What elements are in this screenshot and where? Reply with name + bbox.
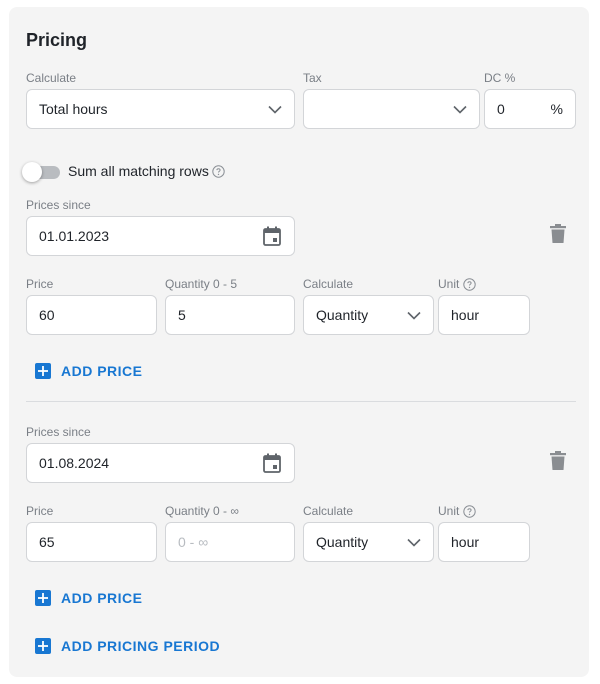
plus-square-icon (35, 363, 51, 379)
plus-square-icon (35, 638, 51, 654)
unit-input[interactable]: hour (438, 295, 530, 335)
calc-select-value: Quantity (316, 307, 369, 323)
prices-since-label: Prices since (26, 425, 91, 439)
unit-input-value: hour (451, 307, 480, 323)
add-pricing-period-label: ADD PRICING PERIOD (61, 638, 221, 654)
calc-select-value: Quantity (316, 534, 369, 550)
delete-period-button[interactable] (549, 224, 567, 248)
calculate-select-value: Total hours (39, 101, 108, 117)
price-label: Price (26, 504, 54, 518)
price-input[interactable]: 65 (26, 522, 157, 562)
prices-since-date-value: 01.08.2024 (39, 455, 110, 471)
prices-since-date-input[interactable]: 01.01.2023 (26, 216, 295, 256)
add-price-button[interactable]: ADD PRICE (35, 590, 143, 606)
add-price-label: ADD PRICE (61, 590, 143, 606)
dc-input[interactable]: 0 % (484, 89, 576, 129)
trash-icon (550, 451, 566, 475)
add-price-label: ADD PRICE (61, 363, 143, 379)
quantity-label: Quantity 0 - 5 (165, 277, 238, 291)
chevron-down-icon (268, 104, 282, 114)
help-circle-icon[interactable] (463, 504, 477, 518)
add-pricing-period-button[interactable]: ADD PRICING PERIOD (35, 638, 220, 654)
quantity-input[interactable]: 0 - ∞ (165, 522, 295, 562)
period-divider (26, 401, 576, 402)
chevron-down-icon (407, 537, 421, 547)
unit-input[interactable]: hour (438, 522, 530, 562)
calendar-icon[interactable] (262, 226, 282, 246)
sum-rows-toggle[interactable] (22, 162, 62, 182)
pricing-panel: Pricing Calculate Total hours Tax DC % 0… (9, 7, 589, 677)
plus-square-icon (35, 590, 51, 606)
quantity-input[interactable]: 5 (165, 295, 295, 335)
unit-label: Unit (438, 277, 460, 291)
calculate-select[interactable]: Total hours (26, 89, 295, 129)
quantity-input-value: 5 (178, 307, 186, 323)
price-label: Price (26, 277, 54, 291)
dc-label: DC % (484, 71, 516, 85)
chevron-down-icon (407, 310, 421, 320)
help-circle-icon[interactable] (212, 164, 225, 178)
calc-select[interactable]: Quantity (303, 522, 434, 562)
quantity-label: Quantity 0 - ∞ (165, 504, 239, 518)
unit-label-wrap: Unit (438, 504, 477, 518)
price-input-value: 60 (39, 307, 55, 323)
add-price-button[interactable]: ADD PRICE (35, 363, 143, 379)
prices-since-date-value: 01.01.2023 (39, 228, 110, 244)
delete-period-button[interactable] (549, 451, 567, 475)
tax-select[interactable] (303, 89, 480, 129)
calculate-label: Calculate (26, 71, 77, 85)
unit-label-wrap: Unit (438, 277, 477, 291)
calc-label: Calculate (303, 277, 354, 291)
price-input-value: 65 (39, 534, 55, 550)
unit-input-value: hour (451, 534, 480, 550)
sum-rows-label-wrap: Sum all matching rows (68, 163, 225, 179)
quantity-input-placeholder: 0 - ∞ (178, 534, 209, 550)
prices-since-date-input[interactable]: 01.08.2024 (26, 443, 295, 483)
dc-input-value: 0 (497, 101, 505, 117)
calendar-icon[interactable] (262, 453, 282, 473)
price-input[interactable]: 60 (26, 295, 157, 335)
toggle-knob (22, 162, 42, 182)
unit-label: Unit (438, 504, 460, 518)
dc-suffix: % (550, 101, 563, 117)
sum-rows-label: Sum all matching rows (68, 163, 209, 179)
help-circle-icon[interactable] (463, 277, 477, 291)
calc-select[interactable]: Quantity (303, 295, 434, 335)
tax-label: Tax (303, 71, 322, 85)
calc-label: Calculate (303, 504, 354, 518)
trash-icon (550, 224, 566, 248)
prices-since-label: Prices since (26, 198, 91, 212)
pricing-title: Pricing (26, 30, 88, 50)
chevron-down-icon (453, 104, 467, 114)
